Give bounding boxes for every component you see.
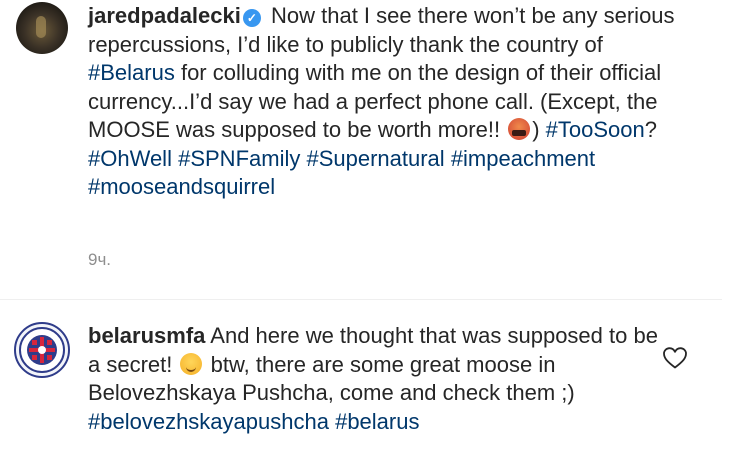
username-belarusmfa[interactable]: belarusmfa — [88, 323, 205, 348]
divider — [0, 299, 722, 300]
caption-segment: ? — [644, 117, 657, 142]
comment-text: belarusmfa And here we thought that was … — [88, 322, 668, 436]
username-jaredpadalecki[interactable]: jaredpadalecki — [88, 3, 241, 28]
verified-badge-icon: ✓ — [242, 9, 261, 27]
hashtag-toosoon[interactable]: #TooSoon — [546, 117, 645, 142]
angry-face-emoji-icon — [508, 118, 531, 140]
hashtag-spnfamily[interactable]: #SPNFamily — [178, 146, 300, 171]
caption-segment: ) — [532, 117, 546, 142]
hashtag-belovezhskayapushcha[interactable]: #belovezhskayapushcha — [88, 409, 329, 434]
smirking-face-emoji-icon — [180, 352, 203, 375]
hashtag-ohwell[interactable]: #OhWell — [88, 146, 172, 171]
avatar-jaredpadalecki[interactable] — [16, 2, 68, 54]
hashtag-belarus[interactable]: #Belarus — [88, 60, 175, 85]
mfa-emblem-icon — [19, 327, 65, 373]
hashtag-supernatural[interactable]: #Supernatural — [306, 146, 444, 171]
hashtag-impeachment[interactable]: #impeachment — [451, 146, 595, 171]
hashtag-belarus-comment[interactable]: #belarus — [335, 409, 419, 434]
heart-icon — [663, 347, 687, 369]
caption-text: jaredpadalecki ✓ Now that I see there won… — [88, 2, 688, 202]
post-timestamp[interactable]: 9ч. — [88, 250, 111, 270]
avatar-belarusmfa[interactable] — [14, 322, 70, 378]
hashtag-mooseandsquirrel[interactable]: #mooseandsquirrel — [88, 174, 275, 199]
avatar-figure — [36, 16, 46, 38]
like-comment-button[interactable] — [662, 346, 688, 370]
